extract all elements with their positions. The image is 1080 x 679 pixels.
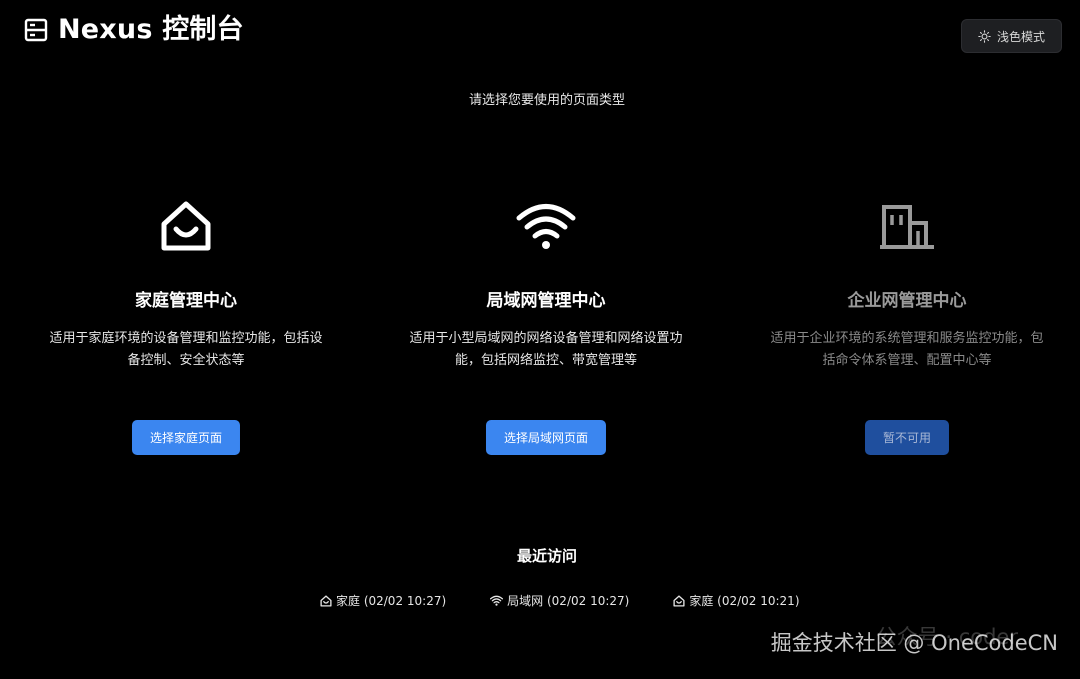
wifi-icon xyxy=(490,595,504,606)
card-lan: 局域网管理中心 适用于小型局域网的网络设备管理和网络设置功能，包括网络监控、带宽… xyxy=(396,196,696,455)
home-icon xyxy=(161,201,211,251)
recent-visits-title: 最近访问 xyxy=(516,547,577,565)
recent-item-home[interactable]: 家庭 (02/02 10:21) xyxy=(673,592,800,609)
watermark: 公众号 · coder 掘金技术社区 @ OneCodeCN xyxy=(771,625,1058,657)
recent-item-label: 家庭 (02/02 10:27) xyxy=(336,594,447,608)
recent-item-label: 家庭 (02/02 10:21) xyxy=(689,594,800,608)
select-lan-page-button[interactable]: 选择局域网页面 xyxy=(485,420,607,455)
card-enterprise: 企业网管理中心 适用于企业环境的系统管理和服务监控功能，包括命令体系管理、配置中… xyxy=(757,196,1057,455)
home-icon xyxy=(320,594,332,607)
building-icon xyxy=(880,205,934,249)
unavailable-button: 暂不可用 xyxy=(864,420,950,455)
watermark-overlay: 公众号 · coder xyxy=(875,625,1018,649)
light-mode-toggle-button[interactable]: 浅色模式 xyxy=(961,19,1062,53)
card-description: 适用于家庭环境的设备管理和监控功能，包括设备控制、安全状态等 xyxy=(49,331,323,368)
app-logo: Nexus 控制台 xyxy=(24,14,244,46)
card-title: 家庭管理中心 xyxy=(135,291,237,311)
home-icon xyxy=(673,594,685,607)
wifi-icon xyxy=(516,204,576,249)
recent-visits-list: 家庭 (02/02 10:27) 局域网 (02/02 10:27) 家庭 (0… xyxy=(320,592,800,609)
page: Nexus 控制台 浅色模式 请选择您要使用的页面类型 家庭管理中心 适用于家庭… xyxy=(0,0,1080,679)
server-icon xyxy=(24,18,48,42)
card-title: 企业网管理中心 xyxy=(847,291,967,311)
page-type-prompt: 请选择您要使用的页面类型 xyxy=(468,93,625,108)
recent-item-home[interactable]: 家庭 (02/02 10:27) xyxy=(320,592,446,609)
app-title: Nexus 控制台 xyxy=(58,14,244,45)
card-description: 适用于小型局域网的网络设备管理和网络设置功能，包括网络监控、带宽管理等 xyxy=(409,331,683,368)
card-home: 家庭管理中心 适用于家庭环境的设备管理和监控功能，包括设备控制、安全状态等 选择… xyxy=(36,196,336,455)
card-description: 适用于企业环境的系统管理和服务监控功能，包括命令体系管理、配置中心等 xyxy=(770,331,1044,368)
recent-item-label: 局域网 (02/02 10:27) xyxy=(507,594,630,608)
recent-item-lan[interactable]: 局域网 (02/02 10:27) xyxy=(490,592,629,609)
select-home-page-button[interactable]: 选择家庭页面 xyxy=(131,420,241,455)
card-title: 局域网管理中心 xyxy=(486,291,606,311)
sun-icon xyxy=(978,29,991,43)
light-mode-label: 浅色模式 xyxy=(996,29,1045,44)
